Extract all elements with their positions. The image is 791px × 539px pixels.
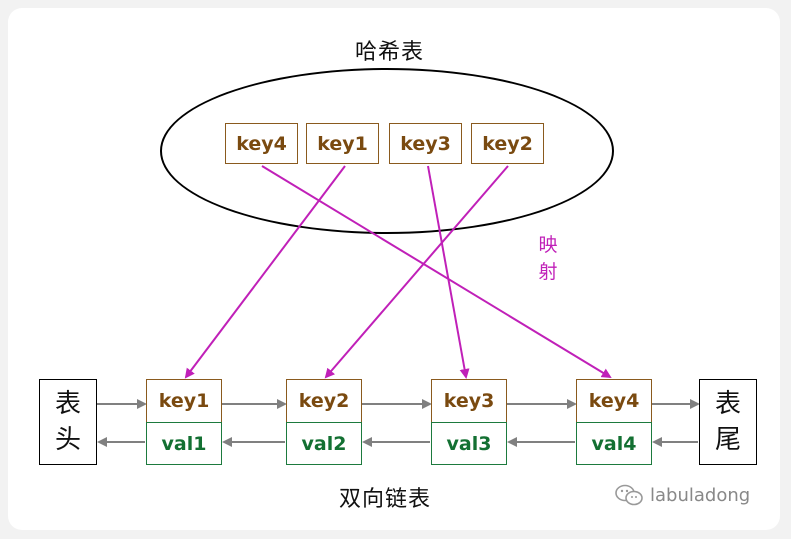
list-tail-box: 表 尾 bbox=[699, 379, 757, 465]
watermark: labuladong bbox=[614, 483, 750, 507]
list-node-4: key4 val4 bbox=[576, 379, 652, 465]
node-val: val2 bbox=[286, 422, 362, 465]
mapping-arrow-key4 bbox=[261, 165, 612, 379]
node-val: val3 bbox=[431, 422, 507, 465]
list-node-3: key3 val3 bbox=[431, 379, 507, 465]
node-key: key4 bbox=[576, 379, 652, 423]
list-node-2: key2 val2 bbox=[286, 379, 362, 465]
node-key: key2 bbox=[286, 379, 362, 423]
node-val: val4 bbox=[576, 422, 652, 465]
watermark-text: labuladong bbox=[650, 484, 751, 506]
chat-icon bbox=[615, 484, 643, 506]
list-node-1: key1 val1 bbox=[146, 379, 222, 465]
mapping-arrow-key3 bbox=[427, 165, 470, 379]
list-head-box: 表 头 bbox=[39, 379, 97, 465]
mapping-arrow-key2 bbox=[324, 165, 509, 379]
arrows-layer bbox=[97, 165, 700, 447]
mapping-arrow-key1 bbox=[184, 165, 346, 379]
node-val: val1 bbox=[146, 422, 222, 465]
node-key: key3 bbox=[431, 379, 507, 423]
linked-list-title: 双向链表 bbox=[339, 487, 432, 512]
node-key: key1 bbox=[146, 379, 222, 423]
